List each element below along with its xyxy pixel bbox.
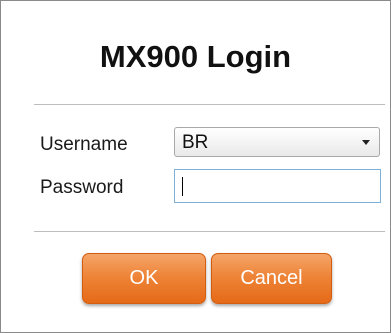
password-label: Password — [40, 177, 124, 198]
chevron-down-icon — [362, 140, 370, 145]
cancel-button[interactable]: Cancel — [211, 253, 332, 304]
dialog-title: MX900 Login — [99, 39, 292, 74]
divider-bottom — [34, 231, 385, 232]
divider-top — [34, 104, 385, 105]
text-caret — [182, 177, 183, 196]
username-selected-value: BR — [182, 132, 209, 153]
password-field[interactable] — [174, 169, 381, 203]
login-dialog: MX900 Login Username BR Password OK Canc… — [0, 0, 391, 333]
username-label: Username — [40, 134, 128, 155]
ok-button[interactable]: OK — [82, 253, 206, 304]
username-select[interactable]: BR — [174, 127, 380, 157]
